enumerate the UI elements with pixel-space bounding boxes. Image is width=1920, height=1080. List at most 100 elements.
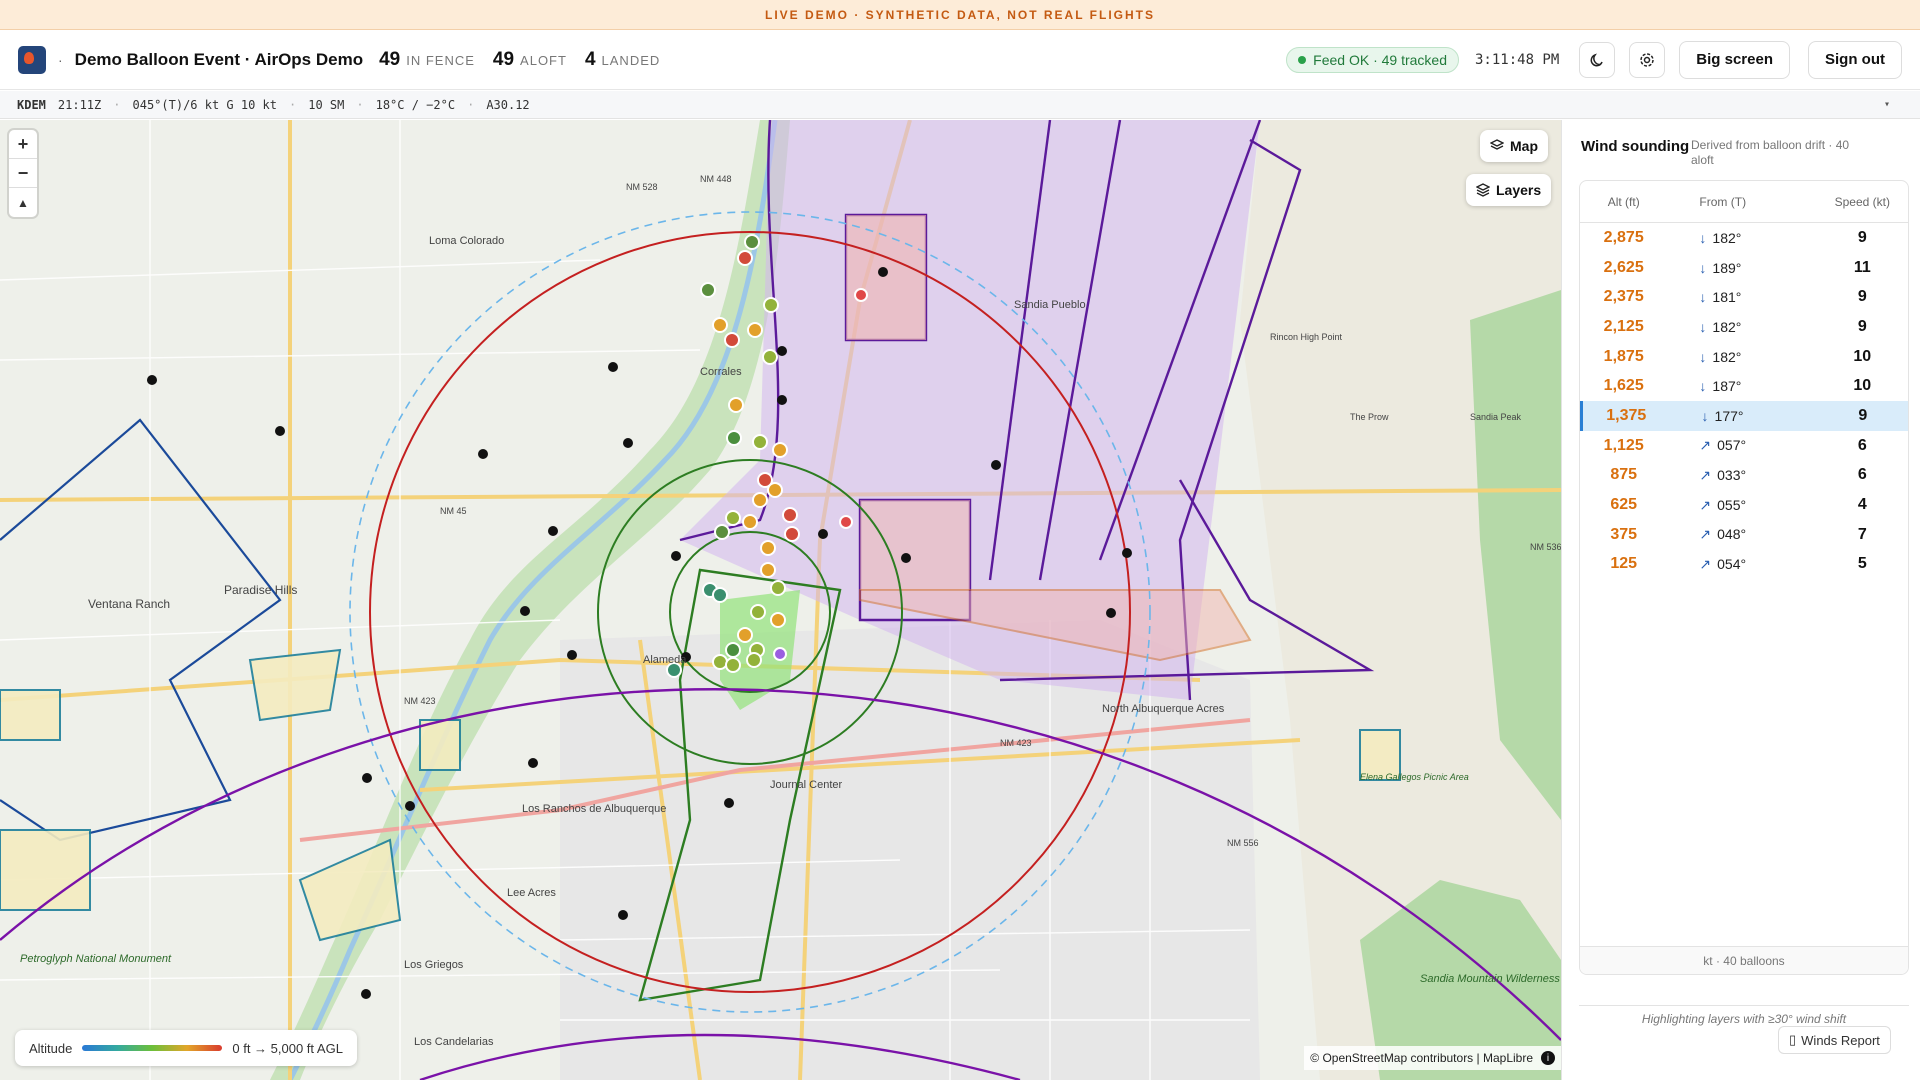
wind-dir: ↓ 187°: [1667, 378, 1816, 394]
theme-toggle-button[interactable]: [1579, 41, 1616, 78]
clock: 3:11:48 PM: [1475, 51, 1560, 68]
metar-bar: KDEM 21:11Z · 045°(T)/6 kt G 10 kt · 10 …: [0, 91, 1920, 119]
wind-row[interactable]: 125 ↗ 054° 5: [1580, 550, 1908, 580]
wind-dir-value: 048°: [1717, 526, 1747, 543]
zoom-in-button[interactable]: +: [9, 130, 37, 159]
wind-row[interactable]: 375 ↗ 048° 7: [1580, 520, 1908, 550]
wind-row[interactable]: 1,375 ↓ 177° 9: [1580, 401, 1908, 431]
wind-speed: 6: [1857, 436, 1867, 454]
metar-visibility: 10 SM: [308, 97, 345, 112]
landing-zone: [846, 215, 926, 340]
map-label: Sandia Peak: [1470, 412, 1522, 422]
wind-alt: 1,375: [1606, 406, 1647, 424]
wind-dir: ↓ 182°: [1667, 349, 1816, 365]
wind-speed: 4: [1857, 496, 1867, 514]
map-label: North Albuquerque Acres: [1102, 703, 1225, 715]
map-label: The Prow: [1350, 412, 1389, 422]
wind-row[interactable]: 1,125 ↗ 057° 6: [1580, 431, 1908, 461]
wind-dir: ↗ 054°: [1667, 556, 1816, 573]
demo-banner-text: LIVE DEMO · SYNTHETIC DATA, NOT REAL FLI…: [765, 7, 1155, 22]
moon-icon: [1590, 53, 1604, 66]
wind-speed: 10: [1853, 377, 1872, 395]
wind-dir: ↗ 057°: [1667, 437, 1816, 454]
wind-dir-value: 033°: [1717, 466, 1747, 483]
wind-row[interactable]: 2,125 ↓ 182° 9: [1580, 312, 1908, 342]
wind-dir: ↗ 048°: [1667, 526, 1816, 543]
layers-button[interactable]: Layers: [1466, 174, 1552, 206]
header-separator: ·: [58, 51, 63, 68]
wind-speed: 6: [1857, 466, 1867, 484]
map-label: Ventana Ranch: [88, 597, 170, 611]
demo-banner: LIVE DEMO · SYNTHETIC DATA, NOT REAL FLI…: [0, 0, 1920, 30]
wind-dir-value: 189°: [1712, 259, 1742, 276]
info-icon[interactable]: i: [1541, 1051, 1555, 1065]
map-label: Journal Center: [770, 779, 842, 791]
wind-arrow-icon: ↗: [1699, 466, 1712, 483]
wind-alt: 125: [1610, 555, 1638, 573]
wind-speed: 5: [1857, 555, 1867, 573]
wind-speed: 9: [1857, 317, 1867, 335]
wind-dir-value: 177°: [1714, 407, 1744, 424]
wind-alt: 625: [1610, 496, 1638, 514]
map-label: Los Griegos: [404, 959, 464, 971]
stat-value: 49: [379, 48, 401, 70]
settings-button[interactable]: [1629, 41, 1666, 78]
metar-time: 21:11Z: [57, 97, 102, 112]
wind-row[interactable]: 625 ↗ 055° 4: [1580, 490, 1908, 520]
zoom-control: + − ▲: [9, 130, 37, 217]
wind-dir: ↓ 182°: [1667, 230, 1816, 246]
legend-range: 0 ft → 5,000 ft AGL: [232, 1040, 343, 1056]
sign-out-button[interactable]: Sign out: [1808, 40, 1902, 79]
wind-row[interactable]: 2,625 ↓ 189° 11: [1580, 253, 1908, 283]
wind-dir-value: 057°: [1717, 437, 1747, 454]
metar-sep: ·: [289, 97, 297, 112]
wind-speed: 11: [1853, 258, 1871, 276]
wind-arrow-icon: ↗: [1699, 555, 1712, 572]
stat-in-fence: 49 IN FENCE: [379, 49, 475, 71]
wind-arrow-icon: ↗: [1699, 496, 1712, 513]
map-label: Loma Colorado: [429, 235, 504, 247]
top-header: · Demo Balloon Event · AirOps Demo 49 IN …: [0, 30, 1920, 90]
map-canvas[interactable]: Corrales Paradise Hills Ventana Ranch Al…: [0, 120, 1561, 1080]
wind-dir: ↓ 189°: [1667, 260, 1816, 276]
map-style-button[interactable]: Map: [1480, 130, 1548, 162]
wind-row[interactable]: 2,875 ↓ 182° 9: [1580, 223, 1908, 253]
stat-value: 4: [584, 48, 596, 70]
legend-label: Altitude: [29, 1040, 73, 1056]
wind-row[interactable]: 875 ↗ 033° 6: [1580, 461, 1908, 491]
wind-dir-value: 182°: [1712, 318, 1742, 335]
gear-icon: [1640, 52, 1655, 67]
zoom-out-button[interactable]: −: [9, 159, 37, 188]
wind-alt: 375: [1610, 525, 1638, 543]
wind-panel: Wind sounding Derived from balloon drift…: [1561, 120, 1920, 1080]
wind-alt: 2,125: [1603, 317, 1644, 335]
wind-speed: 10: [1853, 347, 1872, 365]
metar-altimeter: A30.12: [486, 97, 530, 112]
wind-alt: 1,875: [1603, 347, 1644, 365]
wind-row[interactable]: 1,875 ↓ 182° 10: [1580, 342, 1908, 372]
wind-table: Alt (ft) From (T) Speed (kt) 2,875 ↓ 182° 9…: [1579, 180, 1909, 975]
winds-report-button[interactable]: ▯ Winds Report: [1778, 1026, 1891, 1054]
road-label: NM 448: [700, 174, 732, 184]
stat-label: IN FENCE: [406, 52, 475, 68]
map-label: Alameda: [643, 654, 687, 666]
wind-arrow-icon: ↓: [1699, 348, 1707, 365]
compass-button[interactable]: ▲: [9, 188, 37, 217]
road-label: NM 556: [1227, 838, 1259, 848]
wind-alt: 2,375: [1603, 288, 1644, 306]
metar-station: KDEM: [17, 97, 46, 112]
metar-expand-icon[interactable]: ▾: [1884, 99, 1890, 110]
road-label: NM 536: [1530, 542, 1561, 552]
wind-speed: 9: [1857, 228, 1867, 246]
wind-row[interactable]: 2,375 ↓ 181° 9: [1580, 282, 1908, 312]
stat-value: 49: [492, 48, 515, 70]
wind-dir-value: 055°: [1717, 496, 1747, 513]
wind-dir: ↓ 182°: [1667, 319, 1816, 335]
wind-row[interactable]: 1,625 ↓ 187° 10: [1580, 371, 1908, 401]
wind-arrow-icon: ↓: [1699, 259, 1707, 276]
big-screen-button[interactable]: Big screen: [1679, 40, 1790, 79]
road-label: NM 423: [404, 696, 436, 706]
attribution-text[interactable]: © OpenStreetMap contributors | MapLibre: [1310, 1051, 1533, 1065]
class-b-boundary: [0, 418, 282, 842]
wind-table-footer: kt · 40 balloons: [1580, 946, 1908, 974]
